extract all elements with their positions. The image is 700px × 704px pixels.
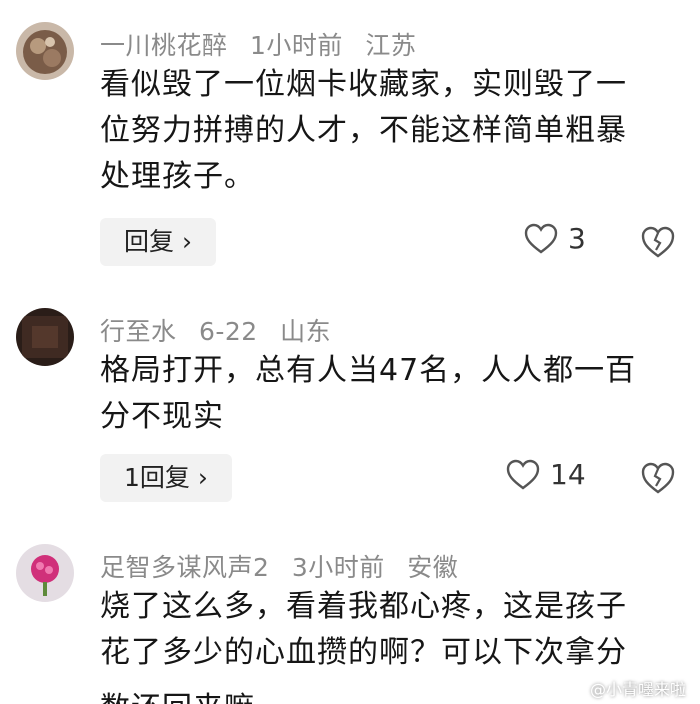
avatar[interactable] — [16, 22, 74, 80]
comment-line: 花了多少的心血攒的啊？可以下次拿分 — [100, 635, 627, 670]
timestamp: 6-22 — [198, 317, 258, 346]
comment-text: 烧了这么多，看着我都心疼，这是孩子 花了多少的心血攒的啊？可以下次拿分 — [100, 584, 690, 676]
comment-line: 看似毁了一位烟卡收藏家，实则毁了一 — [100, 67, 627, 102]
location: 山东 — [280, 317, 332, 346]
comment-meta: 行至水 6-22 山东 — [100, 312, 345, 348]
comment-line: 格局打开，总有人当47名，人人都一百 — [100, 353, 637, 388]
username[interactable]: 足智多谋风声2 — [100, 553, 269, 582]
comment-line: 处理孩子。 — [100, 159, 255, 194]
comment-meta: 一川桃花醉 1小时前 江苏 — [100, 26, 430, 62]
comment-text: 格局打开，总有人当47名，人人都一百 分不现实 — [100, 348, 690, 440]
avatar[interactable] — [16, 308, 74, 366]
like-count: 14 — [550, 458, 586, 491]
comment-line: 数还回来嘛 — [100, 686, 255, 704]
watermark: @小青嚜来啦 — [589, 680, 686, 699]
comment-meta: 足智多谋风声2 3小时前 安徽 — [100, 548, 472, 584]
reply-button[interactable]: 1回复 › — [100, 454, 232, 502]
timestamp: 1小时前 — [249, 31, 343, 60]
like-count: 3 — [568, 222, 586, 255]
broken-heart-icon[interactable] — [640, 460, 676, 496]
broken-heart-icon[interactable] — [640, 224, 676, 260]
heart-icon — [524, 223, 558, 253]
username[interactable]: 一川桃花醉 — [100, 31, 228, 60]
comment-line: 烧了这么多，看着我都心疼，这是孩子 — [100, 589, 627, 624]
heart-icon — [506, 459, 540, 489]
like-button[interactable]: 3 — [524, 222, 586, 255]
location: 江苏 — [365, 31, 417, 60]
username[interactable]: 行至水 — [100, 317, 177, 346]
timestamp: 3小时前 — [291, 553, 385, 582]
comment-text: 看似毁了一位烟卡收藏家，实则毁了一 位努力拼搏的人才，不能这样简单粗暴 处理孩子… — [100, 62, 690, 200]
like-button[interactable]: 14 — [506, 458, 586, 491]
reply-button[interactable]: 回复 › — [100, 218, 216, 266]
avatar[interactable] — [16, 544, 74, 602]
comment-line: 位努力拼搏的人才，不能这样简单粗暴 — [100, 113, 627, 148]
comment-line: 分不现实 — [100, 399, 224, 434]
location: 安徽 — [407, 553, 459, 582]
